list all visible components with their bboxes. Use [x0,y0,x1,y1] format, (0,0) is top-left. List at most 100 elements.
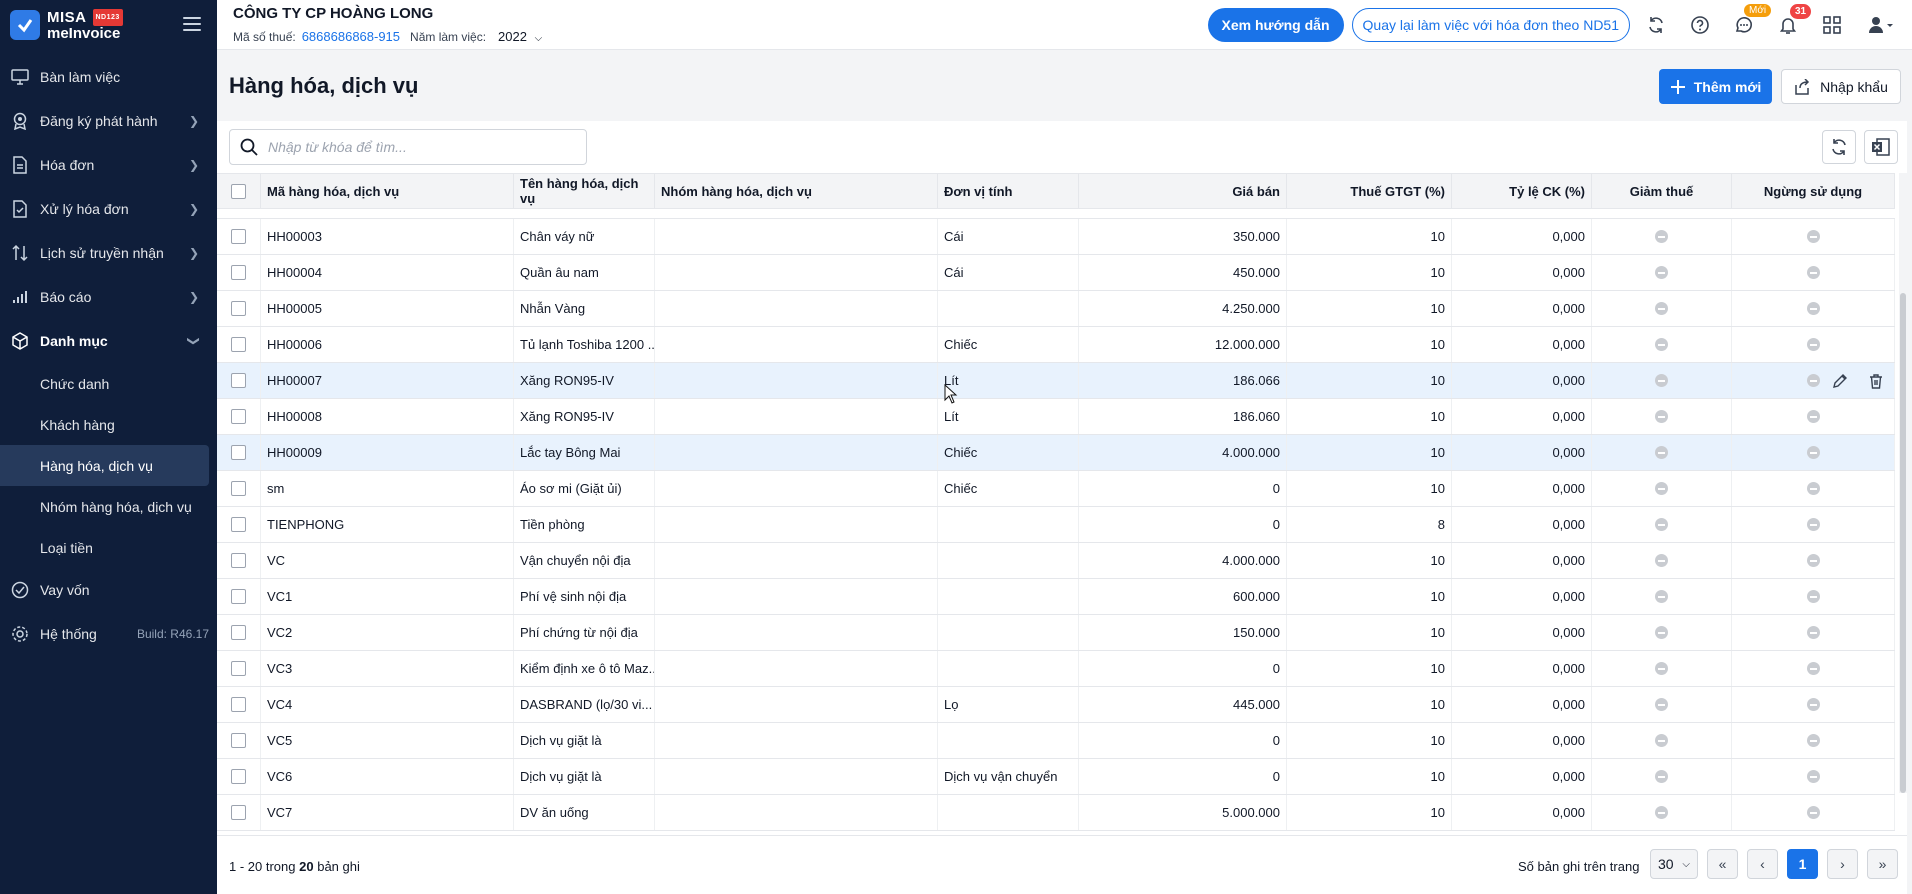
row-checkbox[interactable] [217,543,261,578]
row-checkbox[interactable] [217,579,261,614]
last-page-button[interactable]: » [1867,849,1898,879]
row-checkbox[interactable] [217,471,261,506]
sidebar-item-invoice-processing[interactable]: Xử lý hóa đơn ❯ [0,187,217,231]
cell-vat: 10 [1287,219,1452,254]
col-tax-reduction[interactable]: Giảm thuế [1592,174,1732,208]
col-unit[interactable]: Đơn vị tính [938,174,1079,208]
table-row[interactable]: VC5 Dịch vụ giặt là 0 10 0,000 [217,723,1895,759]
row-checkbox[interactable] [217,219,261,254]
table-row[interactable]: VC6 Dịch vụ giặt là Dịch vụ vận chuyển 0 10 0… [217,759,1895,795]
col-discount[interactable]: Tỷ lệ CK (%) [1452,174,1592,208]
menu-toggle-icon[interactable] [183,17,201,31]
prev-page-button[interactable]: ‹ [1747,849,1778,879]
loan-icon [10,580,30,600]
sidebar-item-catalog[interactable]: Danh mục ❯ [0,319,217,363]
submenu-item-goods-group[interactable]: Nhóm hàng hóa, dịch vụ [0,486,217,527]
export-excel-button[interactable] [1864,130,1898,164]
user-avatar-icon[interactable] [1858,7,1902,43]
cell-name: Lắc tay Bông Mai [514,435,655,470]
submenu-item-currency[interactable]: Loại tiền [0,527,217,568]
search-input[interactable] [268,139,568,155]
table-row[interactable]: HH00005 Nhẫn Vàng 4.250.000 10 0,000 [217,291,1895,327]
chevron-down-icon: ⌵ [1682,858,1690,870]
col-name[interactable]: Tên hàng hóa, dịch vụ [514,174,655,208]
brand[interactable]: MISA ND123 meInvoice [0,0,217,50]
apps-grid-icon[interactable] [1814,7,1850,43]
col-group[interactable]: Nhóm hàng hóa, dịch vụ [655,174,938,208]
reload-button[interactable] [1822,130,1856,164]
year-select[interactable]: 2022 ⌵ [498,29,542,44]
row-checkbox[interactable] [217,615,261,650]
table-row[interactable]: sm Áo sơ mi (Giặt ủi) Chiếc 0 10 0,000 [217,471,1895,507]
cube-icon [10,331,30,351]
cell-vat: 8 [1287,507,1452,542]
refresh-icon[interactable] [1638,7,1674,43]
table-row[interactable]: VC3 Kiểm định xe ô tô Maz... 0 10 0,000 [217,651,1895,687]
cell-unit [938,291,1079,326]
build-version: Build: R46.17 [136,627,209,641]
row-checkbox[interactable] [217,723,261,758]
current-page-button[interactable]: 1 [1787,849,1818,879]
search-box[interactable] [229,129,587,165]
sidebar-item-dashboard[interactable]: Bàn làm việc [0,55,217,99]
table-row[interactable]: HH00009 Lắc tay Bông Mai Chiếc 4.000.000 10 0… [217,435,1895,471]
table-row[interactable]: VC2 Phí chứng từ nội địa 150.000 10 0,000 [217,615,1895,651]
cell-tax-reduction [1592,363,1732,398]
row-checkbox[interactable] [217,687,261,722]
back-to-nd51-button[interactable]: Quay lại làm việc với hóa đơn theo ND51 [1351,8,1630,42]
select-all-checkbox[interactable] [217,174,261,208]
col-discontinued[interactable]: Ngừng sử dụng [1732,174,1895,208]
sidebar-item-transmission-history[interactable]: Lịch sử truyền nhận ❯ [0,231,217,275]
import-button[interactable]: Nhập khẩu [1781,69,1901,104]
page-size-select[interactable]: 30 ⌵ [1650,849,1698,879]
guide-button[interactable]: Xem hướng dẫn [1207,8,1344,42]
add-new-button[interactable]: Thêm mới [1659,69,1772,104]
submenu-item-position[interactable]: Chức danh [0,363,217,404]
submenu-item-customer[interactable]: Khách hàng [0,404,217,445]
sidebar-item-loan[interactable]: Vay vốn [0,568,217,612]
cell-code: VC3 [261,651,514,686]
row-checkbox[interactable] [217,795,261,830]
sidebar-item-registration[interactable]: Đăng ký phát hành ❯ [0,99,217,143]
col-price[interactable]: Giá bán [1079,174,1287,208]
row-checkbox[interactable] [217,255,261,290]
table-row[interactable]: VC7 DV ăn uống 5.000.000 10 0,000 [217,795,1895,831]
row-checkbox[interactable] [217,327,261,362]
first-page-button[interactable]: « [1707,849,1738,879]
row-checkbox[interactable] [217,435,261,470]
row-checkbox[interactable] [217,363,261,398]
submenu-item-goods-services[interactable]: Hàng hóa, dịch vụ [0,445,209,486]
table-row[interactable]: VC1 Phí vệ sinh nội địa 600.000 10 0,000 [217,579,1895,615]
table-row[interactable]: HH00003 Chân váy nữ Cái 350.000 10 0,000 [217,219,1895,255]
table-row[interactable]: VC4 DASBRAND (lọ/30 vi... Lọ 445.000 10 0,000 [217,687,1895,723]
sidebar-item-system[interactable]: Hệ thống Build: R46.17 [0,612,217,656]
col-code[interactable]: Mã hàng hóa, dịch vụ [261,174,514,208]
sidebar-item-report[interactable]: Báo cáo ❯ [0,275,217,319]
cell-unit: Cái [938,255,1079,290]
edit-pencil-icon[interactable] [1832,373,1848,389]
bell-icon[interactable]: 31 [1770,4,1812,43]
help-icon[interactable] [1682,7,1718,43]
table-row[interactable]: HH00007 Xăng RON95-IV Lít 186.066 10 0,000 [217,363,1895,399]
cell-discount: 0,000 [1452,507,1592,542]
cell-code: VC [261,543,514,578]
table-row[interactable]: HH00008 Xăng RON95-IV Lít 186.060 10 0,000 [217,399,1895,435]
vertical-scrollbar[interactable] [1899,173,1907,793]
row-checkbox[interactable] [217,759,261,794]
cell-name: Kiểm định xe ô tô Maz... [514,651,655,686]
row-checkbox[interactable] [217,651,261,686]
row-checkbox[interactable] [217,399,261,434]
row-checkbox[interactable] [217,507,261,542]
table-row[interactable]: TIENPHONG Tiền phòng 0 8 0,000 [217,507,1895,543]
cell-name: Dịch vụ giặt là [514,723,655,758]
chat-icon[interactable]: Mới [1726,4,1772,43]
delete-trash-icon[interactable] [1868,373,1884,389]
table-row[interactable]: HH00004 Quần âu nam Cái 450.000 10 0,000 [217,255,1895,291]
table-row[interactable]: HH00006 Tủ lạnh Toshiba 1200 ... Chiếc 12.0… [217,327,1895,363]
table-row[interactable]: VC Vận chuyển nội địa 4.000.000 10 0,000 [217,543,1895,579]
row-checkbox[interactable] [217,291,261,326]
next-page-button[interactable]: › [1827,849,1858,879]
col-vat[interactable]: Thuế GTGT (%) [1287,174,1452,208]
cell-unit [938,723,1079,758]
sidebar-item-invoice[interactable]: Hóa đơn ❯ [0,143,217,187]
